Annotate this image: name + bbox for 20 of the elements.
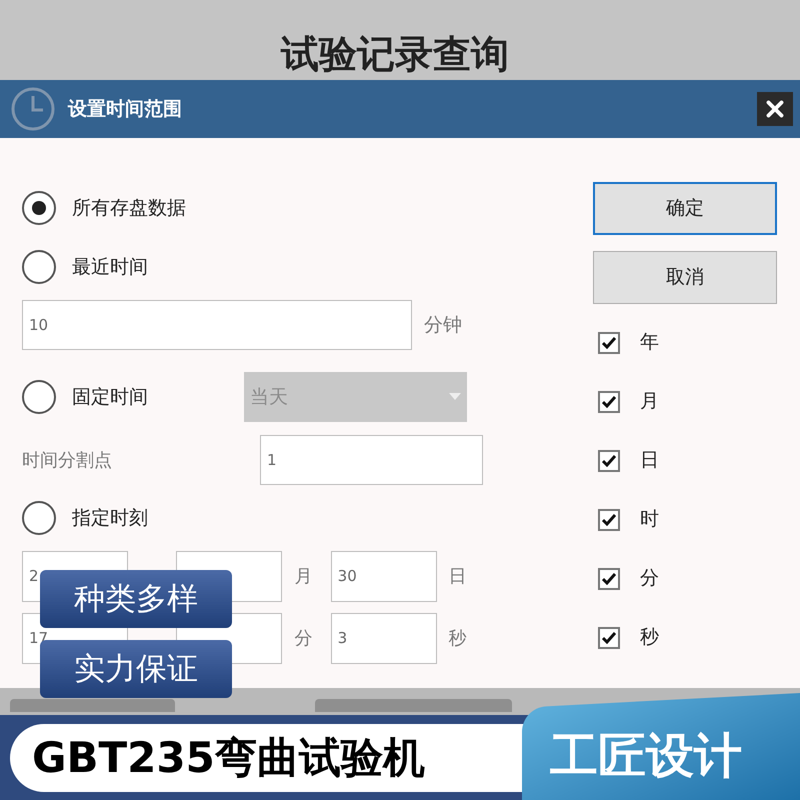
- unit-label: 日: [448, 565, 467, 589]
- option-label: 固定时间: [72, 384, 149, 410]
- unit-label: 分: [294, 627, 312, 651]
- split-label: 时间分割点: [22, 448, 113, 472]
- unit-label: 月: [294, 565, 312, 589]
- checkbox-label: 时: [640, 507, 659, 532]
- unit-label: 分钟: [424, 312, 462, 338]
- option-label: 所有存盘数据: [72, 196, 187, 221]
- checkbox-label: 日: [640, 448, 659, 474]
- promo-toast: 实力保证: [40, 640, 232, 698]
- option-label: 指定时刻: [72, 506, 149, 531]
- checkbox-label: 月: [640, 389, 659, 414]
- dialog-title: 设置时间范围: [68, 96, 182, 122]
- checkbox-label: 年: [640, 330, 659, 356]
- option-label: 最近时间: [72, 254, 149, 280]
- promo-toast: 种类多样: [40, 570, 232, 628]
- unit-label: 秒: [448, 627, 467, 651]
- page-title: 试验记录查询: [281, 30, 509, 78]
- checkbox-label: 秒: [640, 625, 659, 650]
- checkbox-label: 分: [640, 566, 659, 592]
